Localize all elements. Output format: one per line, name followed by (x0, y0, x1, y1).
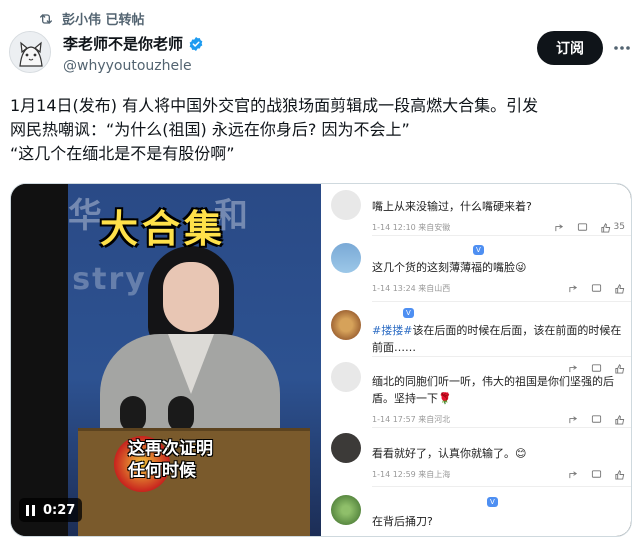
fan-badge: V (487, 497, 498, 507)
like-icon (614, 283, 625, 294)
divider (372, 356, 631, 357)
author-avatar[interactable] (9, 31, 51, 73)
like-count: 35 (613, 222, 625, 232)
author-name[interactable]: 李老师不是你老师 (63, 33, 183, 54)
subtitle-line: 这再次证明 (128, 439, 213, 459)
share-icon (554, 222, 565, 233)
comment-date: 1-14 12:59 来自上海 (372, 469, 451, 479)
comment-icon (591, 414, 602, 425)
pause-icon[interactable] (26, 504, 35, 516)
commenter-avatar (331, 310, 361, 340)
comment-icon (577, 222, 588, 233)
more-options-button[interactable] (612, 38, 632, 58)
more-horizontal-icon (614, 46, 630, 50)
video-controls[interactable]: 0:27 (19, 498, 83, 522)
subscribe-button[interactable]: 订阅 (537, 31, 603, 65)
share-icon (568, 469, 579, 480)
divider (372, 486, 631, 487)
comment-mention[interactable]: #搂搂# (372, 324, 412, 337)
share-icon (568, 283, 579, 294)
divider (372, 427, 631, 428)
comment-icon (591, 363, 602, 374)
share-icon (568, 363, 579, 374)
cat-avatar-icon (10, 32, 50, 72)
divider (372, 235, 631, 236)
comment-icon (591, 469, 602, 480)
comment-date: 1-14 12:10 来自安徽 (372, 222, 451, 232)
comments-screenshot: 嘴上从来没输过，什么嘴硬来着? 1-14 12:10 来自安徽 35 这几个货的… (321, 184, 631, 536)
comment-text: 看看就好了，认真你就输了。😊 (372, 447, 527, 460)
tweet-line: 1月14日(发布) 有人将中国外交官的战狼场面剪辑成一段高燃大合集。引发 (10, 96, 539, 115)
comment-text: 缅北的同胞们听一听，伟大的祖国是你们坚强的后盾。坚持一下🌹 (372, 375, 614, 405)
comment-text: #搂搂#该在后面的时候在后面，该在前面的时候在前面…… (372, 322, 625, 356)
video-time: 0:27 (43, 502, 76, 518)
retweet-indicator[interactable]: 彭小伟 已转帖 (38, 9, 145, 28)
author-handle[interactable]: @whyyoutouzhele (63, 58, 204, 74)
microphone-icon (120, 396, 146, 432)
tweet-line: 网民热嘲讽：“为什么(祖国) 永远在你身后? 因为不会上” (10, 120, 410, 139)
comment-icon (591, 283, 602, 294)
microphone-icon (168, 396, 194, 432)
commenter-avatar (331, 362, 361, 392)
video-player[interactable]: 华 和 istry For 大合集 这再次证明 任何时候 0:27 (11, 184, 321, 536)
like-icon (614, 363, 625, 374)
video-title-overlay: 大合集 (100, 207, 227, 251)
video-subtitle: 这再次证明 任何时候 (128, 438, 213, 482)
subtitle-line: 任何时候 (128, 461, 196, 481)
comment-text: 这几个货的这刻薄薄福的嘴脸😜 (372, 261, 527, 274)
comment-text: 嘴上从来没输过，什么嘴硬来着? (372, 200, 532, 213)
commenter-avatar (331, 495, 361, 525)
commenter-avatar (331, 190, 361, 220)
verified-badge-icon (189, 36, 203, 51)
like-icon: 35 (600, 222, 625, 233)
retweet-label: 彭小伟 已转帖 (62, 13, 145, 28)
fan-badge: V (473, 245, 484, 255)
tweet-text: 1月14日(发布) 有人将中国外交官的战狼场面剪辑成一段高燃大合集。引发 网民热… (10, 94, 630, 166)
like-icon (614, 414, 625, 425)
retweet-icon (40, 13, 52, 24)
comment-text: 在背后捅刀? (372, 515, 433, 528)
divider (372, 301, 631, 302)
share-icon (568, 414, 579, 425)
commenter-avatar (331, 243, 361, 273)
comment-date: 1-14 17:57 来自河北 (372, 414, 451, 424)
speaker-figure (163, 262, 219, 332)
fan-badge: V (403, 308, 414, 318)
media-attachment[interactable]: 华 和 istry For 大合集 这再次证明 任何时候 0:27 嘴上从来没输… (10, 183, 632, 537)
video-frame: 华 和 istry For 大合集 这再次证明 任何时候 (68, 184, 321, 536)
commenter-avatar (331, 433, 361, 463)
tweet-line: “这几个在缅北是不是有股份啊” (10, 144, 235, 163)
author-block: 李老师不是你老师 @whyyoutouzhele (63, 33, 204, 74)
like-icon (614, 469, 625, 480)
comment-date: 1-14 13:24 来自山西 (372, 283, 451, 293)
